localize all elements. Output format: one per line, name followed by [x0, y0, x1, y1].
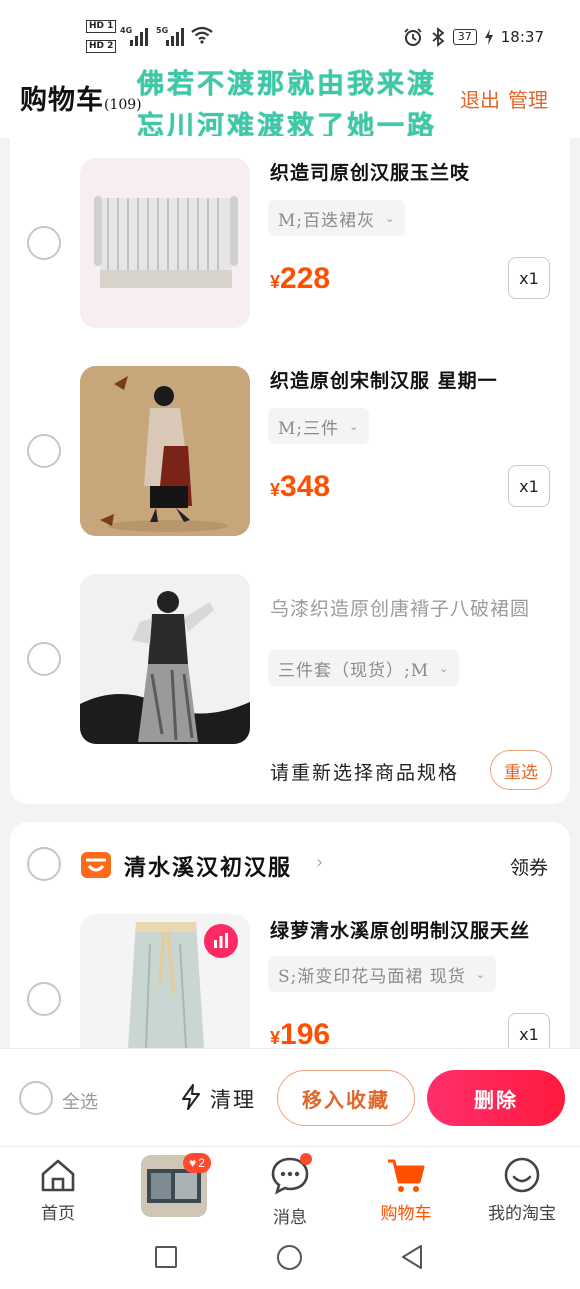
- reselect-prompt: 请重新选择商品规格: [270, 762, 460, 784]
- delete-button[interactable]: 删除: [427, 1070, 565, 1126]
- signal-indicators: HD 1 HD 2 4G 5G: [86, 18, 226, 58]
- select-all-label[interactable]: 全选: [62, 1088, 98, 1114]
- back-button[interactable]: [400, 1244, 424, 1270]
- promo-badge: ♥ 2: [183, 1153, 211, 1173]
- status-bar: HD 1 HD 2 4G 5G 37 18:37: [0, 0, 580, 70]
- tab-profile[interactable]: 我的淘宝: [467, 1155, 577, 1224]
- chevron-down-icon: ⌄: [475, 967, 486, 981]
- spec-selector[interactable]: 三件套（现货）;M ⌄: [268, 650, 460, 686]
- select-all-checkbox[interactable]: [19, 1081, 53, 1115]
- shop-name[interactable]: 清水溪汉初汉服: [124, 850, 292, 882]
- model-product-image: [80, 366, 250, 536]
- signal-bars-2-icon: [166, 22, 184, 46]
- overlay-text-line-1: 佛若不渡那就由我来渡: [137, 69, 437, 100]
- product-thumbnail[interactable]: [80, 914, 250, 1048]
- home-icon: [41, 1159, 75, 1192]
- item-checkbox[interactable]: [27, 434, 61, 468]
- product-thumbnail[interactable]: [80, 158, 250, 328]
- product-title[interactable]: 织造原创宋制汉服 星期一: [270, 366, 550, 393]
- lightning-icon: [182, 1084, 200, 1110]
- cart-count: (109): [104, 97, 142, 113]
- tab-home[interactable]: 首页: [3, 1155, 113, 1224]
- heart-icon: ♥: [189, 1156, 197, 1170]
- system-navigation-bar: [0, 1228, 580, 1289]
- status-right: 37 18:37: [403, 26, 544, 48]
- product-thumbnail[interactable]: [80, 366, 250, 536]
- spec-selector[interactable]: M;百迭裙灰 ⌄: [268, 200, 406, 236]
- tab-messages[interactable]: 消息: [235, 1153, 345, 1228]
- item-checkbox[interactable]: [27, 982, 61, 1016]
- product-title[interactable]: 乌漆织造原创唐褙子八破裙圆: [270, 594, 550, 621]
- sim1-badge: HD 1: [86, 20, 117, 33]
- tab-cart[interactable]: 购物车: [351, 1155, 461, 1224]
- model-product-image: [80, 574, 250, 744]
- chevron-right-icon[interactable]: ›: [316, 852, 323, 873]
- chevron-down-icon: ⌄: [385, 211, 396, 225]
- wifi-icon: [191, 26, 213, 44]
- clock: 18:37: [500, 28, 544, 46]
- coupon-button[interactable]: 领券: [510, 853, 548, 880]
- shop-icon: [81, 852, 111, 878]
- charging-icon: [484, 29, 493, 45]
- product-thumbnail[interactable]: [80, 574, 250, 744]
- cart-icon: [388, 1159, 425, 1192]
- exit-button[interactable]: 退出: [460, 84, 500, 113]
- notification-dot: [300, 1153, 312, 1165]
- page-title: 购物车(109): [20, 85, 142, 116]
- spec-selector[interactable]: M;三件 ⌄: [268, 408, 370, 444]
- recents-button[interactable]: [155, 1246, 177, 1268]
- chevron-down-icon: ⌄: [349, 419, 360, 433]
- skirt-product-image: [94, 196, 238, 288]
- product-price: ¥228: [270, 262, 331, 295]
- reselect-button[interactable]: 重选: [490, 750, 552, 790]
- battery-level: 37: [452, 29, 477, 45]
- bluetooth-icon: [432, 27, 445, 47]
- home-button[interactable]: [277, 1245, 302, 1270]
- spec-selector[interactable]: S;渐变印花马面裙 现货 ⌄: [268, 956, 496, 992]
- manage-button[interactable]: 管理: [508, 84, 548, 113]
- quantity-selector[interactable]: x1: [508, 257, 550, 299]
- tab-promo[interactable]: ♥ 2: [119, 1153, 229, 1217]
- item-checkbox[interactable]: [27, 226, 61, 260]
- profile-icon: [504, 1157, 540, 1193]
- product-price: ¥196: [270, 1018, 331, 1051]
- move-to-favorites-button[interactable]: 移入收藏: [277, 1070, 415, 1126]
- clean-button[interactable]: 清理: [210, 1084, 256, 1114]
- product-price: ¥348: [270, 470, 331, 503]
- sim2-badge: HD 2: [86, 40, 117, 53]
- live-badge-icon: [204, 924, 238, 958]
- bottom-tab-bar: 首页 ♥ 2 消息 购物车 我的淘宝: [0, 1146, 580, 1228]
- shop-checkbox[interactable]: [27, 847, 61, 881]
- product-title[interactable]: 织造司原创汉服玉兰吱: [270, 158, 550, 185]
- product-title[interactable]: 绿萝清水溪原创明制汉服天丝: [270, 916, 552, 943]
- signal-bars-1-icon: [130, 22, 148, 46]
- chevron-down-icon: ⌄: [439, 661, 450, 675]
- quantity-selector[interactable]: x1: [508, 465, 550, 507]
- item-checkbox[interactable]: [27, 642, 61, 676]
- alarm-icon: [404, 28, 422, 46]
